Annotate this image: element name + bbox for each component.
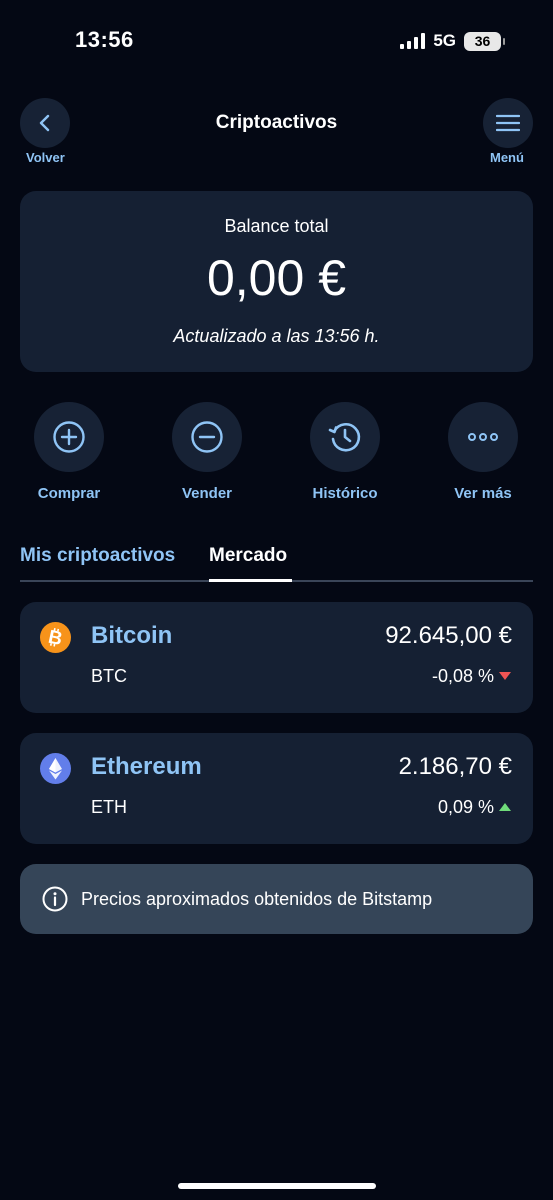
balance-updated-time: Actualizado a las 13:56 h. (173, 326, 380, 346)
screen: 13:56 5G 36 Volver Criptoactivos Menú Ba… (0, 0, 553, 1200)
info-text: Precios aproximados obtenidos de Bitstam… (81, 888, 433, 909)
page-title: Criptoactivos (215, 112, 338, 133)
history-button-circle[interactable] (310, 402, 380, 472)
balance-value: 0,00 € (206, 250, 346, 306)
balance-label: Balance total (224, 216, 329, 236)
battery-icon: 36 (464, 31, 505, 51)
more-label[interactable]: Ver más (428, 485, 538, 502)
triangle-up-icon (499, 803, 511, 811)
buy-action-button[interactable]: Comprar (14, 402, 124, 502)
plus-circle-icon (53, 421, 85, 453)
triangle-down-icon (499, 672, 511, 680)
network-type: 5G (433, 31, 456, 50)
coin-card-ethereum[interactable]: Ethereum 2.186,70 € ETH 0,09 % (20, 733, 533, 844)
bitcoin-icon: B (40, 622, 71, 653)
back-label[interactable]: Volver (26, 150, 65, 165)
home-indicator[interactable] (178, 1183, 376, 1189)
sell-button-circle[interactable] (172, 402, 242, 472)
info-icon (42, 886, 68, 912)
more-action-button[interactable]: Ver más (428, 402, 538, 502)
menu-button[interactable] (483, 98, 533, 148)
info-banner: Precios aproximados obtenidos de Bitstam… (20, 864, 533, 934)
coin-price: 2.186,70 € (398, 753, 512, 780)
coin-name: Ethereum (91, 753, 202, 780)
balance-card: Balance total 0,00 € Actualizado a las 1… (20, 191, 533, 372)
coin-change-value: 0,09 % (437, 797, 494, 817)
signal-icon (400, 33, 426, 49)
minus-circle-icon (191, 421, 223, 453)
history-label[interactable]: Histórico (290, 485, 400, 502)
menu-label[interactable]: Menú (490, 150, 524, 165)
bitcoin-glyph: B (46, 627, 64, 650)
coin-card-bitcoin[interactable]: B Bitcoin 92.645,00 € BTC -0,08 % (20, 602, 533, 713)
coin-price: 92.645,00 € (385, 622, 512, 649)
coin-change: -0,08 % (432, 666, 511, 687)
buy-label[interactable]: Comprar (14, 485, 124, 502)
buy-button-circle[interactable] (34, 402, 104, 472)
tab-mercado[interactable]: Mercado (209, 545, 292, 582)
coin-change: 0,09 % (438, 797, 511, 818)
coin-name: Bitcoin (91, 622, 173, 649)
history-icon (328, 423, 361, 452)
coin-symbol: BTC (91, 666, 127, 686)
tab-mis-criptoactivos[interactable]: Mis criptoactivos (20, 545, 175, 579)
status-time: 13:56 (75, 27, 134, 52)
more-button-circle[interactable] (448, 402, 518, 472)
coin-change-value: -0,08 % (431, 666, 494, 686)
tab-bar: Mis criptoactivos Mercado (20, 545, 533, 582)
status-indicators: 5G 36 (400, 31, 505, 51)
battery-level: 36 (474, 33, 491, 49)
more-dots-icon (468, 433, 498, 441)
history-action-button[interactable]: Histórico (290, 402, 400, 502)
ethereum-glyph (49, 758, 62, 780)
sell-action-button[interactable]: Vender (152, 402, 262, 502)
sell-label[interactable]: Vender (152, 485, 262, 502)
coin-symbol: ETH (91, 797, 127, 817)
ethereum-icon (40, 753, 71, 784)
hamburger-menu-icon (496, 114, 520, 132)
